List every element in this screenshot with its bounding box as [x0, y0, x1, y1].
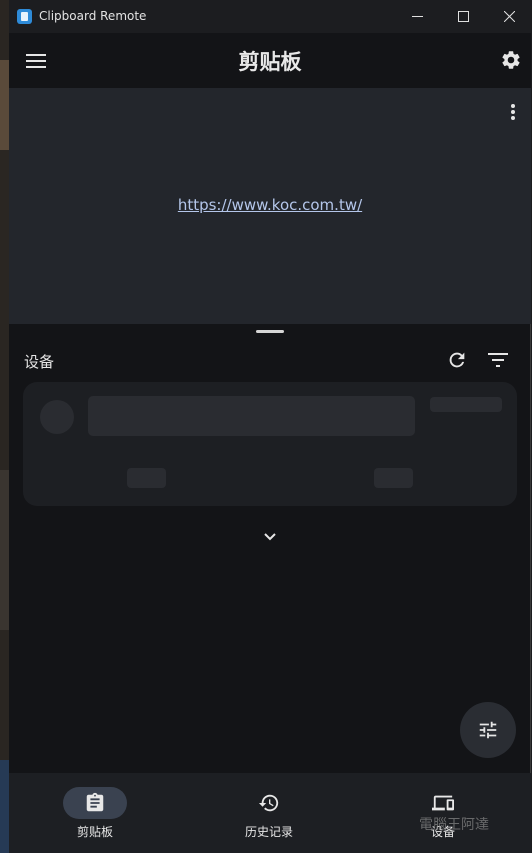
app-bar: 剪贴板	[9, 33, 531, 88]
chevron-down-icon	[264, 533, 276, 541]
devices-section-title: 设备	[24, 353, 55, 371]
gear-icon	[502, 51, 520, 69]
tune-icon	[479, 721, 497, 739]
history-icon	[258, 792, 280, 814]
devices-icon	[432, 792, 454, 814]
clipboard-icon	[84, 792, 106, 814]
background-window-strip	[0, 0, 9, 853]
window-title: Clipboard Remote	[39, 9, 147, 23]
nav-label-clipboard: 剪贴板	[76, 825, 113, 839]
filter-button[interactable]	[486, 349, 510, 371]
drag-handle[interactable]	[256, 330, 284, 333]
nav-item-devices[interactable]: 设备	[357, 773, 531, 853]
refresh-icon	[449, 352, 465, 368]
tune-fab-button[interactable]	[460, 702, 516, 758]
settings-button[interactable]	[500, 49, 522, 71]
clipboard-content-link[interactable]: https://www.koc.com.tw/	[9, 196, 531, 214]
watermark-logo: 電腦王阿達	[419, 817, 489, 833]
maximize-button[interactable]	[440, 0, 486, 33]
skeleton-tag	[430, 397, 502, 412]
minimize-button[interactable]	[394, 0, 440, 33]
nav-label-history: 历史记录	[244, 825, 293, 839]
device-card-skeleton	[23, 382, 517, 506]
expand-button[interactable]	[260, 527, 280, 547]
title-bar: Clipboard Remote	[9, 0, 531, 33]
skeleton-avatar	[40, 400, 74, 434]
skeleton-action-right	[374, 468, 413, 488]
more-options-button[interactable]	[506, 102, 520, 122]
bottom-navigation: 剪贴板 历史记录 设备	[9, 773, 531, 853]
filter-list-icon	[488, 353, 508, 367]
more-vert-icon	[511, 104, 515, 120]
app-clipboard-icon	[17, 9, 32, 24]
nav-item-clipboard[interactable]: 剪贴板	[9, 773, 183, 853]
app-window: Clipboard Remote 剪贴板 https://www.koc.com…	[9, 0, 531, 853]
page-title: 剪贴板	[238, 50, 302, 74]
skeleton-device-name	[88, 396, 415, 436]
skeleton-action-left	[127, 468, 166, 488]
refresh-button[interactable]	[446, 349, 468, 371]
clipboard-preview-panel: https://www.koc.com.tw/	[9, 88, 531, 324]
nav-item-history[interactable]: 历史记录	[183, 773, 357, 853]
close-button[interactable]	[486, 0, 532, 33]
